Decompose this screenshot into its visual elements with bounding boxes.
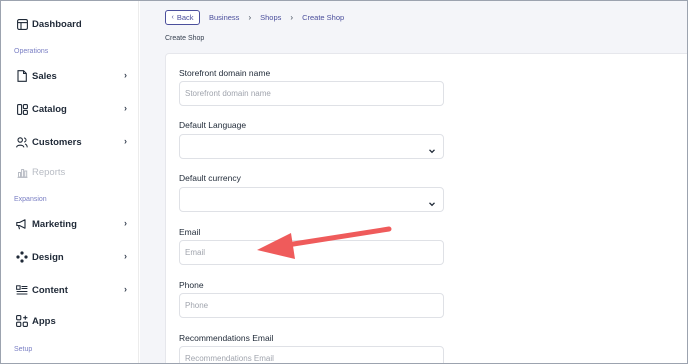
recommendations-email-input[interactable] <box>180 347 443 363</box>
apps-icon <box>16 314 28 328</box>
sidebar-item-label: Reports <box>32 167 66 178</box>
chevron-right-icon: › <box>124 218 127 228</box>
sidebar-item-label: Catalog <box>32 104 67 115</box>
sidebar-item-label: Content <box>32 285 68 296</box>
chevron-right-icon: › <box>248 13 252 22</box>
dashboard-icon <box>16 17 28 31</box>
storefront-label: Storefront domain name <box>179 68 271 78</box>
email-label: Email <box>179 227 201 237</box>
sidebar-item-label: Sales <box>32 71 57 82</box>
sidebar-item-dashboard[interactable]: Dashboard <box>1 15 139 35</box>
currency-label: Default currency <box>179 173 241 183</box>
sidebar-item-sales[interactable]: Sales › <box>1 67 139 87</box>
sidebar-item-catalog[interactable]: Catalog › <box>1 100 139 120</box>
sidebar: Dashboard Operations Sales › Catalog › C… <box>1 1 139 363</box>
section-label-expansion: Expansion <box>14 196 47 203</box>
language-select[interactable] <box>179 134 444 159</box>
breadcrumb: ‹ Back Business › Shops › Create Shop <box>165 10 344 25</box>
sidebar-item-reports[interactable]: Reports <box>1 163 139 183</box>
sidebar-item-design[interactable]: Design › <box>1 248 139 268</box>
content-icon <box>16 283 28 297</box>
email-input[interactable] <box>180 241 443 264</box>
megaphone-icon <box>16 217 28 231</box>
chevron-right-icon: › <box>124 136 127 146</box>
phone-label: Phone <box>179 280 204 290</box>
app-window: Dashboard Operations Sales › Catalog › C… <box>0 0 688 364</box>
breadcrumb-create-shop: Create Shop <box>302 13 345 22</box>
chevron-right-icon: › <box>290 13 294 22</box>
breadcrumb-business[interactable]: Business <box>209 13 239 22</box>
chevron-right-icon: › <box>124 284 127 294</box>
sidebar-item-content[interactable]: Content › <box>1 281 139 301</box>
main-content: ‹ Back Business › Shops › Create Shop Cr… <box>140 1 687 363</box>
storefront-field[interactable] <box>179 81 444 106</box>
phone-input[interactable] <box>180 294 443 317</box>
sidebar-item-label: Dashboard <box>32 19 82 30</box>
recommendations-email-label: Recommendations Email <box>179 333 274 343</box>
back-button[interactable]: ‹ Back <box>165 10 200 25</box>
catalog-icon <box>16 102 28 116</box>
section-label-setup: Setup <box>14 346 33 353</box>
sidebar-item-label: Apps <box>32 316 56 327</box>
users-icon <box>16 135 28 149</box>
sidebar-item-customers[interactable]: Customers › <box>1 133 139 153</box>
language-label: Default Language <box>179 120 247 130</box>
sidebar-item-label: Marketing <box>32 219 77 230</box>
chevron-right-icon: › <box>124 103 127 113</box>
email-field[interactable] <box>179 240 444 265</box>
sidebar-item-marketing[interactable]: Marketing › <box>1 215 139 235</box>
chevron-left-icon: ‹ <box>171 14 174 21</box>
section-label-operations: Operations <box>14 48 49 55</box>
document-icon <box>16 69 28 83</box>
currency-select[interactable] <box>179 187 444 212</box>
bar-chart-icon <box>16 165 28 179</box>
chevron-right-icon: › <box>124 251 127 261</box>
page-title: Create Shop <box>165 35 205 42</box>
recommendations-email-field[interactable] <box>179 346 444 363</box>
breadcrumb-shops[interactable]: Shops <box>260 13 281 22</box>
sidebar-item-apps[interactable]: Apps <box>1 312 139 332</box>
chevron-right-icon: › <box>124 70 127 80</box>
storefront-input[interactable] <box>180 82 443 105</box>
design-icon <box>16 250 28 264</box>
phone-field[interactable] <box>179 293 444 318</box>
chevron-down-icon <box>428 195 436 213</box>
back-label: Back <box>176 13 194 22</box>
create-shop-form: Storefront domain name Default Language … <box>165 53 687 363</box>
sidebar-item-label: Customers <box>32 137 82 148</box>
sidebar-item-label: Design <box>32 252 64 263</box>
chevron-down-icon <box>428 142 436 160</box>
